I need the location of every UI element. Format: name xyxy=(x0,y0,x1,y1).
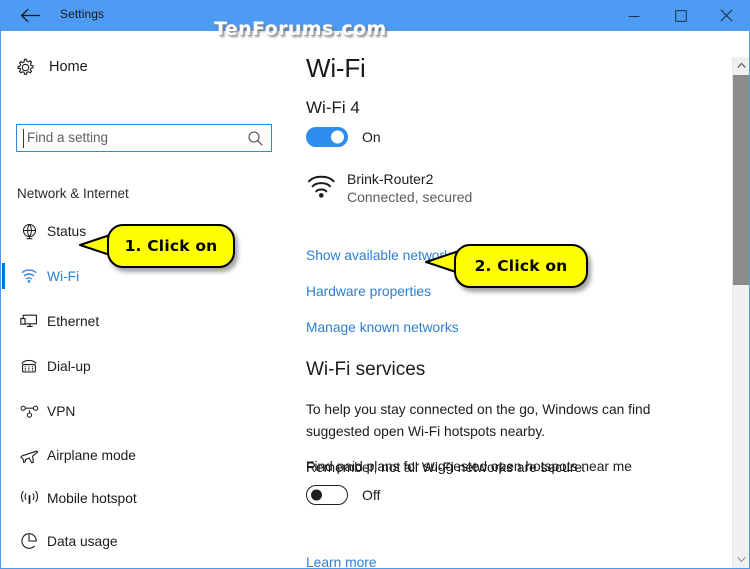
mobile-hotspot-icon xyxy=(19,488,39,508)
wifi-services-heading: Wi-Fi services xyxy=(306,359,426,380)
chevron-down-icon xyxy=(736,557,746,563)
wifi-toggle[interactable] xyxy=(306,127,348,147)
back-button[interactable] xyxy=(9,0,51,31)
sidebar-item-mobile-hotspot[interactable]: Mobile hotspot xyxy=(2,478,290,518)
sidebar-home-label: Home xyxy=(49,59,88,75)
airplane-icon xyxy=(19,445,39,465)
sidebar-item-home[interactable]: Home xyxy=(16,53,266,81)
callout-step-2: 2. Click on xyxy=(454,244,588,288)
hardware-properties-link[interactable]: Hardware properties xyxy=(306,284,431,299)
sidebar-item-label: Mobile hotspot xyxy=(47,490,137,506)
wifi-signal-icon xyxy=(306,174,340,204)
paid-plans-label: Find paid plans for suggested open hotsp… xyxy=(306,459,632,474)
paid-plans-toggle-row: Off xyxy=(306,485,380,505)
callout-step-1: 1. Click on xyxy=(107,224,235,268)
sidebar: Home Find a setting Network & Internet S… xyxy=(2,31,290,568)
dialup-icon xyxy=(19,356,39,376)
close-button[interactable] xyxy=(704,0,749,31)
close-icon xyxy=(720,9,733,22)
gear-icon xyxy=(16,58,42,77)
selection-accent-bar xyxy=(2,308,5,334)
ethernet-icon xyxy=(19,311,39,331)
manage-known-networks-link[interactable]: Manage known networks xyxy=(306,320,459,335)
sidebar-section-label: Network & Internet xyxy=(17,186,129,201)
wifi-services-paragraph-1: To help you stay connected on the go, Wi… xyxy=(306,402,651,439)
paid-plans-block: Find paid plans for suggested open hotsp… xyxy=(306,459,632,474)
wifi-icon xyxy=(19,266,39,286)
window-title: Settings xyxy=(60,7,105,21)
selection-accent-bar xyxy=(2,218,5,244)
sidebar-item-vpn[interactable]: VPN xyxy=(2,391,290,431)
paid-plans-toggle[interactable] xyxy=(306,485,348,505)
wifi-toggle-row: On xyxy=(306,127,381,147)
network-name: Brink-Router2 xyxy=(347,171,434,187)
scrollbar-up-button[interactable] xyxy=(733,57,749,74)
vertical-scrollbar[interactable] xyxy=(732,57,749,568)
learn-more-link[interactable]: Learn more xyxy=(306,555,377,568)
maximize-icon xyxy=(674,9,687,22)
watermark: TenForums.com xyxy=(214,18,387,40)
sidebar-item-data-usage[interactable]: Data usage xyxy=(2,521,290,561)
vpn-icon xyxy=(19,401,39,421)
minimize-button[interactable] xyxy=(611,0,656,31)
sidebar-item-label: Airplane mode xyxy=(47,447,136,463)
back-arrow-icon xyxy=(20,8,40,23)
sidebar-item-airplane-mode[interactable]: Airplane mode xyxy=(2,435,290,475)
toggle-knob xyxy=(311,489,322,501)
search-placeholder: Find a setting xyxy=(27,130,109,145)
network-text: Brink-Router2 Connected, secured xyxy=(347,171,472,206)
sidebar-item-label: Wi-Fi xyxy=(47,268,80,284)
sidebar-item-proxy[interactable]: Proxy xyxy=(2,564,290,568)
sidebar-item-label: Ethernet xyxy=(47,313,100,329)
main-content: Wi-Fi Wi-Fi 4 On Brink-Router2 Connected… xyxy=(290,31,749,568)
search-icon[interactable] xyxy=(247,130,264,152)
scrollbar-down-button[interactable] xyxy=(733,551,749,568)
network-status: Connected, secured xyxy=(347,189,473,205)
wifi-toggle-state: On xyxy=(362,129,381,145)
sidebar-item-dialup[interactable]: Dial-up xyxy=(2,346,290,386)
settings-window: Settings TenForums.com Home Find a setti… xyxy=(0,0,750,569)
page-title: Wi-Fi xyxy=(306,53,366,83)
text-caret xyxy=(23,129,24,148)
wifi-adapter-name: Wi-Fi 4 xyxy=(306,98,360,117)
sidebar-item-label: VPN xyxy=(47,403,76,419)
connected-network-row[interactable]: Brink-Router2 Connected, secured xyxy=(306,171,472,206)
data-usage-icon xyxy=(19,531,39,551)
sidebar-item-label: Dial-up xyxy=(47,358,91,374)
scrollbar-thumb[interactable] xyxy=(733,75,749,285)
network-status-icon xyxy=(19,221,39,241)
sidebar-item-label: Data usage xyxy=(47,533,118,549)
selection-accent-bar xyxy=(2,263,5,289)
sidebar-item-ethernet[interactable]: Ethernet xyxy=(2,301,290,341)
paid-plans-toggle-state: Off xyxy=(362,487,381,503)
maximize-button[interactable] xyxy=(658,0,703,31)
search-input[interactable]: Find a setting xyxy=(16,124,272,152)
chevron-up-icon xyxy=(736,62,746,68)
toggle-knob xyxy=(331,130,344,144)
minimize-icon xyxy=(628,15,639,17)
